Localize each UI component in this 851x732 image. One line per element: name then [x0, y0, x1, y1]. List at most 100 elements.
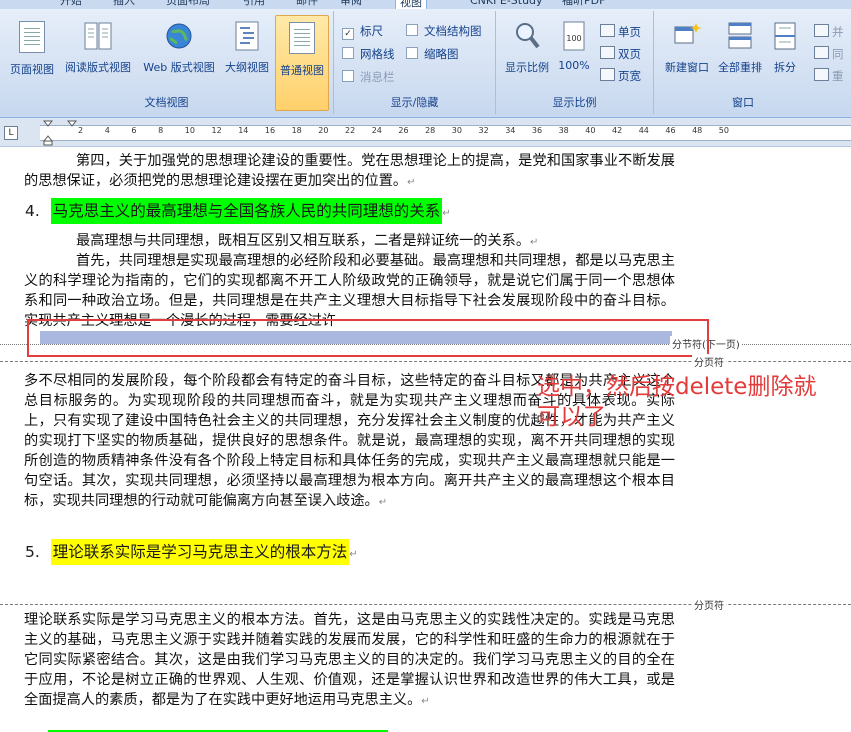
paragraph-mark: ↵ [530, 237, 539, 248]
zoom-100-label: 100% [558, 59, 590, 72]
page-100-icon: 100 [559, 19, 589, 53]
sync-scroll-button[interactable]: 同 [814, 46, 844, 62]
split-button[interactable]: 拆分 [768, 19, 802, 75]
paragraph-four-point[interactable]: 第四，关于加强党的思想理论建设的重要性。党在思想理论上的提高，是党和国家事业不断… [24, 151, 675, 193]
message-bar-checkbox[interactable]: 消息栏 [342, 69, 395, 85]
gridlines-checkbox-label: 网格线 [360, 47, 395, 61]
paragraph-text: 理论联系实际是学习马克思主义的根本方法。首先，这是由马克思主义的实践性决定的。实… [24, 612, 675, 708]
globe-icon [164, 19, 194, 53]
one-page-label: 单页 [618, 25, 641, 39]
tab-cnki[interactable]: CNKI E-Study [470, 0, 543, 9]
heading-number: 5. [25, 543, 40, 561]
outline-view-label: 大纲视图 [225, 61, 269, 74]
two-pages-icon [600, 46, 615, 59]
ruler-number: 18 [291, 126, 302, 135]
tab-foxit-pdf[interactable]: 福昕PDF [562, 0, 605, 9]
side-by-side-label: 并 [832, 25, 844, 39]
ruler-number: 6 [131, 126, 137, 135]
document-area[interactable]: 第四，关于加强党的思想理论建设的重要性。党在思想理论上的提高，是党和国家事业不断… [0, 147, 851, 732]
tab-insert[interactable]: 插入 [113, 0, 135, 9]
ruler-number: 26 [398, 126, 409, 135]
one-page-icon [600, 24, 615, 37]
ruler-bar[interactable]: 2 4 6 8 10 12 14 16 18 20 22 24 26 28 30 32 34 36 38 40 42 44… [40, 120, 851, 146]
paragraph-theory-practice[interactable]: 理论联系实际是学习马克思主义的根本方法。首先，这是由马克思主义的实践性决定的。实… [24, 610, 675, 712]
zoom-button-label: 显示比例 [505, 61, 549, 74]
tab-mailings[interactable]: 邮件 [296, 0, 318, 9]
tab-home[interactable]: 开始 [60, 0, 82, 9]
doc-views-group-label: 文档视图 [144, 96, 189, 109]
horizontal-ruler[interactable]: L 2 4 6 8 10 12 14 16 18 20 22 24 26 28 30 32 34 36 38 40 42… [0, 118, 851, 147]
zoom-button[interactable]: 显示比例 [502, 19, 552, 75]
red-highlight-box [27, 319, 709, 357]
page-width-icon [600, 68, 615, 81]
reading-layout-icon [83, 19, 113, 53]
ribbon: 页面视图 阅读版式视图 Web 版式视图 大纲视图 普通视图 文档视图 ✓ 标尺… [0, 9, 851, 118]
page-break-label-2: 分页符 [692, 597, 726, 612]
show-hide-group: ✓ 标尺 文档结构图 网格线 缩略图 消息栏 显示/隐藏 [334, 11, 496, 114]
draft-icon [287, 22, 317, 56]
ruler-number: 2 [78, 126, 84, 135]
reset-position-label: 重 [832, 69, 844, 83]
indent-marker-icon[interactable] [40, 119, 64, 147]
paragraph-mark: ↵ [378, 497, 388, 508]
show-hide-group-label: 显示/隐藏 [390, 96, 439, 109]
tab-page-layout[interactable]: 页面布局 [166, 0, 210, 9]
sync-scroll-label: 同 [832, 47, 844, 61]
ruler-checkbox[interactable]: ✓ 标尺 [342, 23, 383, 40]
tab-review[interactable]: 审阅 [340, 0, 362, 9]
tab-selector[interactable]: L [4, 126, 18, 140]
doc-map-checkbox[interactable]: 文档结构图 [406, 23, 482, 39]
ruler-number: 40 [585, 126, 596, 135]
paragraph-ideal-relation[interactable]: 最高理想与共同理想，既相互区别又相互联系，二者是辩证统一的关系。↵ [24, 231, 675, 253]
first-line-indent-icon[interactable] [66, 119, 78, 131]
thumbnails-checkbox[interactable]: 缩略图 [406, 46, 459, 62]
outline-view-button[interactable]: 大纲视图 [221, 19, 273, 75]
heading-4[interactable]: 4. 马克思主义的最高理想与全国各族人民的共同理想的关系 ↵ [25, 198, 451, 224]
outline-icon [232, 19, 262, 53]
zoom-group: 显示比例 100 100% 单页 双页 页宽 显示比例 [496, 11, 654, 114]
side-by-side-button[interactable]: 并 [814, 24, 844, 40]
ruler-number: 12 [211, 126, 222, 135]
ruler-number: 44 [638, 126, 649, 135]
zoom-100-button[interactable]: 100 100% [556, 19, 592, 72]
heading-5[interactable]: 5. 理论联系实际是学习马克思主义的根本方法 ↵ [25, 539, 358, 565]
new-window-label: 新建窗口 [665, 61, 709, 74]
one-page-button[interactable]: 单页 [600, 24, 641, 40]
ruler-number: 46 [665, 126, 676, 135]
arrange-all-button[interactable]: 全部重排 [714, 19, 766, 75]
two-pages-button[interactable]: 双页 [600, 46, 641, 62]
paragraph-text: 首先，共同理想是实现最高理想的必经阶段和必要基础。最高理想和共同理想，都是以马克… [24, 253, 675, 329]
new-window-icon [672, 19, 702, 53]
draft-view-label: 普通视图 [280, 64, 324, 77]
ruler-number: 16 [264, 126, 276, 135]
print-layout-icon [17, 21, 47, 55]
heading-number: 4. [25, 202, 40, 220]
paragraph-mark: ↵ [421, 696, 430, 707]
gridlines-checkbox[interactable]: 网格线 [342, 46, 395, 62]
ruler-number: 20 [318, 126, 329, 135]
split-icon [770, 19, 800, 53]
ruler-number: 34 [505, 126, 516, 135]
web-layout-button[interactable]: Web 版式视图 [139, 19, 219, 75]
print-layout-button[interactable]: 页面视图 [6, 19, 58, 77]
ruler-number: 14 [238, 126, 249, 135]
ruler-number: 32 [478, 126, 489, 135]
doc-views-group: 页面视图 阅读版式视图 Web 版式视图 大纲视图 普通视图 文档视图 [0, 11, 334, 114]
doc-map-checkbox-label: 文档结构图 [424, 24, 482, 38]
new-window-button[interactable]: 新建窗口 [658, 19, 716, 75]
ruler-number: 22 [345, 126, 356, 135]
page-width-button[interactable]: 页宽 [600, 68, 641, 84]
zoom-group-label: 显示比例 [552, 96, 597, 109]
paragraph-mark: ↵ [442, 208, 451, 219]
reset-position-button[interactable]: 重 [814, 68, 844, 84]
tab-view[interactable]: 视图 [395, 0, 427, 9]
tab-references[interactable]: 引用 [243, 0, 265, 9]
page-break-label-1: 分页符 [692, 354, 726, 369]
paragraph-text: 第四，关于加强党的思想理论建设的重要性。党在思想理论上的提高，是党和国家事业不断… [24, 153, 675, 189]
split-label: 拆分 [774, 61, 796, 74]
reading-layout-button[interactable]: 阅读版式视图 [60, 19, 136, 75]
thumbnails-checkbox-label: 缩略图 [424, 47, 459, 61]
ruler-number: 10 [184, 126, 195, 135]
page-width-label: 页宽 [618, 69, 641, 83]
window-group: 新建窗口 全部重排 拆分 并 同 重 窗口 [654, 11, 851, 114]
